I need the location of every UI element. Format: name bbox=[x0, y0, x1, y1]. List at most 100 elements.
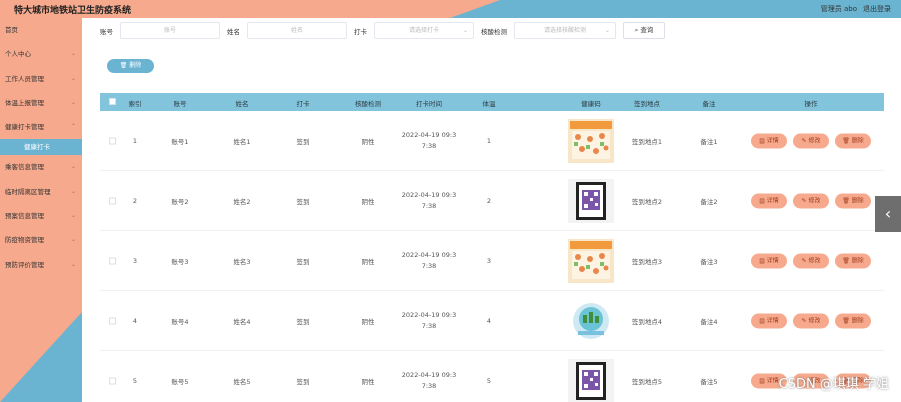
nucleic-select-value: 请选择核酸检测 bbox=[543, 27, 586, 34]
delete-button[interactable]: 🗑 删除 bbox=[835, 313, 871, 328]
row-checkbox[interactable] bbox=[109, 377, 116, 384]
row-checkbox[interactable] bbox=[109, 257, 116, 264]
sidebar-item-label: 临时隔离区管理 bbox=[5, 187, 51, 196]
checkin-time-line2: 7:38 bbox=[421, 201, 437, 210]
detail-label: 详情 bbox=[766, 317, 779, 324]
sidebar-subitem-health-checkin[interactable]: 健康打卡 bbox=[0, 139, 82, 156]
sidebar-item-label: 体温上报管理 bbox=[5, 98, 44, 107]
search-button-label: 查询 bbox=[640, 26, 654, 34]
health-code-image bbox=[568, 358, 614, 402]
index-cell: 3 bbox=[132, 256, 138, 265]
name-cell: 姓名4 bbox=[233, 317, 251, 326]
checkin-time-line2: 7:38 bbox=[421, 261, 437, 270]
column-header: 姓名 bbox=[235, 100, 249, 108]
checkin-select[interactable]: 请选择打卡 ⌄ bbox=[374, 22, 474, 39]
sidebar-item[interactable]: 预防评价管理 ⌄ bbox=[0, 253, 82, 277]
chevron-icon: ⌄ bbox=[70, 74, 76, 82]
chevron-icon: ⌄ bbox=[70, 212, 76, 220]
nucleic-cell: 阴性 bbox=[361, 257, 375, 266]
checkin-label: 打卡 bbox=[354, 28, 367, 36]
health-code-image bbox=[568, 298, 614, 343]
sidebar-item[interactable]: 预案信息管理 ⌄ bbox=[0, 204, 82, 228]
place-cell: 签到地点3 bbox=[631, 257, 663, 266]
detail-button[interactable]: ▤ 详情 bbox=[751, 193, 787, 208]
batch-delete-button[interactable]: 🗑 删除 bbox=[107, 59, 154, 73]
row-checkbox[interactable] bbox=[109, 317, 116, 324]
note-cell: 备注3 bbox=[700, 257, 718, 266]
search-bar: 账号 账号 姓名 姓名 打卡 请选择打卡 ⌄ 核酸检测 请选择核酸检测 ⌄ ⌕ … bbox=[100, 22, 700, 40]
sidebar-item-label: 预防评价管理 bbox=[5, 260, 44, 269]
checkin-time-line1: 2022-04-19 09:3 bbox=[401, 250, 457, 259]
name-label: 姓名 bbox=[227, 28, 240, 36]
column-header: 索引 bbox=[128, 100, 142, 108]
temp-cell: 2 bbox=[486, 196, 492, 205]
sidebar-item[interactable]: 工作人员管理 ⌄ bbox=[0, 67, 82, 91]
place-cell: 签到地点4 bbox=[631, 317, 663, 326]
edit-button[interactable]: ✎ 修改 bbox=[793, 133, 829, 148]
edit-label: 修改 bbox=[808, 137, 821, 144]
detail-button[interactable]: ▤ 详情 bbox=[751, 133, 787, 148]
health-code-image bbox=[568, 118, 614, 163]
account-cell: 账号5 bbox=[171, 377, 189, 386]
logout-link[interactable]: 退出登录 bbox=[863, 4, 891, 14]
sidebar-item[interactable]: 临时隔离区管理 ⌄ bbox=[0, 180, 82, 204]
nucleic-cell: 阴性 bbox=[361, 137, 375, 146]
sidebar: 首页 个人中心 ⌄ 工作人员管理 ⌄ 体温上报管理 ⌄ 健康打卡管理 ⌃ 健康打卡 乘客信息管理 ⌄ 临… bbox=[0, 18, 82, 402]
search-button[interactable]: ⌕ 查询 bbox=[623, 22, 665, 39]
nucleic-select[interactable]: 请选择核酸检测 ⌄ bbox=[514, 22, 616, 39]
index-cell: 5 bbox=[132, 376, 138, 385]
checkin-cell: 签到 bbox=[296, 137, 310, 146]
health-code-image bbox=[568, 178, 614, 223]
nucleic-cell: 阴性 bbox=[361, 377, 375, 386]
batch-delete-label: 删除 bbox=[129, 62, 142, 69]
column-header: 打卡时间 bbox=[416, 100, 442, 108]
name-cell: 姓名5 bbox=[233, 377, 251, 386]
sidebar-item-label: 首页 bbox=[5, 26, 18, 34]
note-cell: 备注2 bbox=[700, 197, 718, 206]
row-checkbox[interactable] bbox=[109, 137, 116, 144]
column-header: 签到地点 bbox=[634, 100, 660, 108]
checkin-select-value: 请选择打卡 bbox=[408, 27, 439, 34]
sidebar-item[interactable]: 健康打卡管理 ⌃ bbox=[0, 115, 82, 139]
account-input[interactable]: 账号 bbox=[120, 22, 220, 39]
note-cell: 备注1 bbox=[700, 137, 718, 146]
detail-button[interactable]: ▤ 详情 bbox=[751, 313, 787, 328]
checkin-time-line2: 7:38 bbox=[421, 321, 437, 330]
sidebar-item[interactable]: 体温上报管理 ⌄ bbox=[0, 91, 82, 115]
edit-button[interactable]: ✎ 修改 bbox=[793, 253, 829, 268]
chevron-icon: ⌄ bbox=[70, 50, 76, 58]
account-cell: 账号3 bbox=[171, 257, 189, 266]
checkin-time-cell: 2022-04-19 09:3 7:38 bbox=[402, 310, 456, 332]
edit-button[interactable]: ✎ 修改 bbox=[793, 193, 829, 208]
column-header: 健康码 bbox=[581, 100, 601, 108]
detail-button[interactable]: ▤ 详情 bbox=[751, 253, 787, 268]
sidebar-item-label: 健康打卡管理 bbox=[5, 123, 44, 132]
index-cell: 2 bbox=[132, 196, 138, 205]
checkin-time-cell: 2022-04-19 09:3 7:38 bbox=[402, 370, 456, 392]
name-cell: 姓名3 bbox=[233, 257, 251, 266]
name-cell: 姓名1 bbox=[233, 137, 251, 146]
detail-label: 详情 bbox=[766, 137, 779, 144]
chevron-icon: ⌃ bbox=[70, 123, 76, 131]
place-cell: 签到地点1 bbox=[631, 137, 663, 146]
table-row: 5 账号5 姓名5 签到 阴性 2022-04-19 09:3 7:38 5 签到地点5 备注5 ▤… bbox=[100, 351, 884, 402]
delete-button[interactable]: 🗑 删除 bbox=[835, 193, 871, 208]
sidebar-item[interactable]: 乘客信息管理 ⌄ bbox=[0, 155, 82, 179]
trash-icon: 🗑 bbox=[842, 317, 852, 324]
temp-cell: 5 bbox=[486, 376, 492, 385]
checkin-cell: 签到 bbox=[296, 257, 310, 266]
sidebar-item[interactable]: 防疫物资管理 ⌄ bbox=[0, 228, 82, 252]
delete-button[interactable]: 🗑 删除 bbox=[835, 253, 871, 268]
name-input[interactable]: 姓名 bbox=[247, 22, 347, 39]
select-all-checkbox[interactable] bbox=[109, 98, 116, 105]
chevron-icon: ⌄ bbox=[70, 163, 76, 171]
edit-button[interactable]: ✎ 修改 bbox=[793, 313, 829, 328]
sidebar-item[interactable]: 个人中心 ⌄ bbox=[0, 42, 82, 66]
row-checkbox[interactable] bbox=[109, 197, 116, 204]
delete-button[interactable]: 🗑 删除 bbox=[835, 133, 871, 148]
checkin-cell: 签到 bbox=[296, 197, 310, 206]
sidebar-item[interactable]: 首页 bbox=[0, 18, 82, 42]
document-icon: ▤ bbox=[759, 257, 767, 264]
place-cell: 签到地点5 bbox=[631, 377, 663, 386]
collapse-panel-button[interactable]: ‹ bbox=[875, 196, 901, 232]
